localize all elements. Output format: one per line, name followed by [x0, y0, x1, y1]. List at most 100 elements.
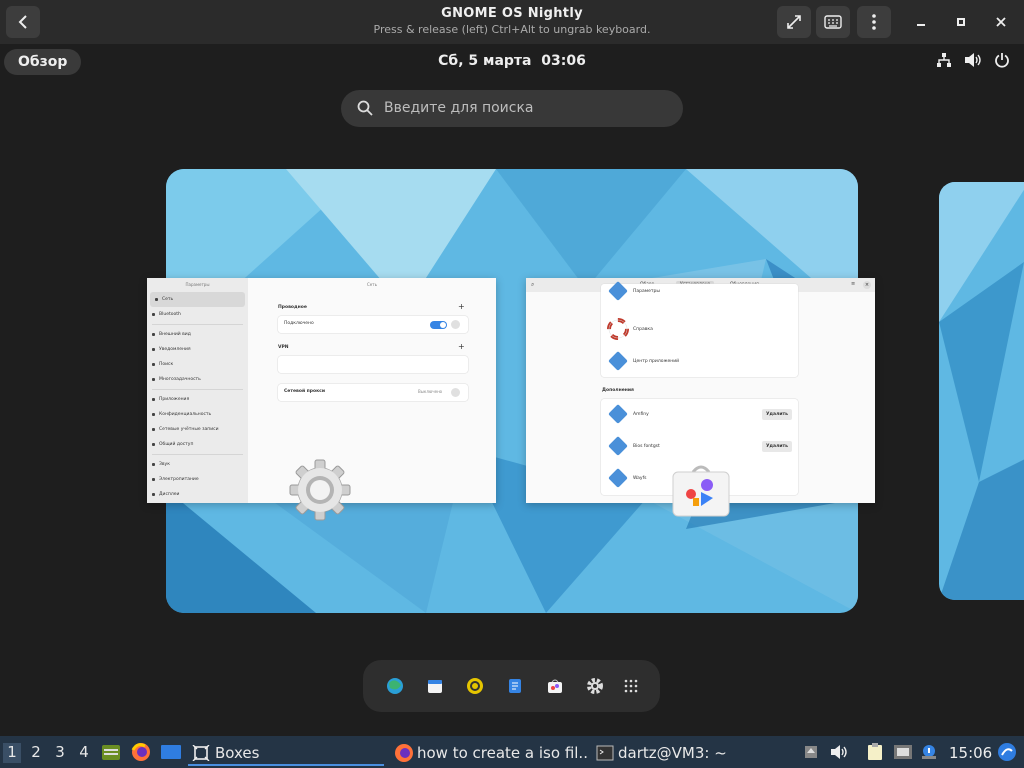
system-menu[interactable]: [936, 52, 1010, 68]
workspace-switch-1[interactable]: 1: [3, 743, 21, 763]
software-search-icon: ⌕: [531, 281, 535, 288]
tray-network[interactable]: [892, 741, 914, 763]
settings-item-privacy: Конфиденциальность: [147, 407, 248, 422]
disk-usage-icon: [467, 678, 483, 694]
tray-clipboard[interactable]: [864, 741, 886, 763]
text-editor-icon: [509, 679, 521, 693]
list-item: Amfiny Удалить: [601, 399, 798, 431]
network-icon: [894, 745, 912, 759]
wired-connection-row: Подключено: [278, 316, 468, 333]
show-apps-button[interactable]: [622, 677, 640, 695]
settings-item-apps: Приложения: [147, 392, 248, 407]
software-menu-icon: ≡: [851, 281, 856, 287]
minimize-button[interactable]: [904, 6, 938, 38]
wired-section-title: Проводное: [278, 305, 307, 310]
maximize-button[interactable]: [944, 6, 978, 38]
task-terminal[interactable]: dartz@VM3: ~: [594, 740, 790, 766]
add-wired-icon: +: [458, 302, 465, 311]
boxes-header-bar: GNOME OS Nightly Press & release (left) …: [0, 0, 1024, 44]
task-terminal-label: dartz@VM3: ~: [618, 744, 727, 762]
workspace-thumbnail-2[interactable]: [939, 182, 1024, 600]
workspace-switch-2[interactable]: 2: [27, 743, 45, 763]
back-button[interactable]: [6, 6, 40, 38]
firefox-icon: [395, 744, 413, 762]
tray-system-menu[interactable]: [996, 741, 1018, 763]
vertical-dots-icon: [872, 14, 876, 30]
launcher-firefox[interactable]: [130, 741, 152, 763]
dash-web-browser[interactable]: [386, 677, 404, 695]
tray-notifications[interactable]: [918, 741, 940, 763]
settings-main-pane: Сеть Проводное + Подключено VPN + Сетево…: [248, 278, 496, 503]
settings-main-title: Сеть: [367, 282, 377, 287]
task-boxes[interactable]: Boxes: [188, 740, 384, 766]
app-grid-icon: [624, 679, 638, 693]
vpn-empty-row: [278, 356, 468, 373]
boxes-app-icon: [192, 745, 210, 761]
settings-app-icon: [288, 458, 352, 526]
settings-item-appearance: Внешний вид: [147, 327, 248, 342]
list-item: Справка: [601, 314, 798, 346]
launcher-file-manager[interactable]: [100, 741, 122, 763]
settings-item-power: Электропитание: [147, 472, 248, 487]
search-icon: [357, 100, 373, 116]
vpn-section-title: VPN: [278, 345, 289, 350]
settings-sidebar-title: Параметры: [185, 282, 210, 287]
fullscreen-icon: [787, 15, 801, 29]
volume-icon: [965, 53, 981, 67]
list-item: Параметры: [601, 278, 798, 308]
volume-icon: [831, 745, 847, 759]
close-icon: [996, 17, 1006, 27]
keyboard-button[interactable]: [816, 6, 850, 38]
software-bag-icon: [672, 465, 730, 517]
launcher-show-desktop[interactable]: [160, 741, 182, 763]
maximize-icon: [957, 18, 965, 26]
proxy-row: Сетевой прокси Выключено: [278, 384, 468, 401]
tray-removable-media[interactable]: [800, 741, 822, 763]
wired-settings-gear-icon: [451, 320, 460, 329]
taskbar-clock[interactable]: 15:06: [949, 744, 992, 762]
dash-software[interactable]: [546, 677, 564, 695]
wired-toggle: [430, 321, 447, 329]
window-subtitle: Press & release (left) Ctrl+Alt to ungra…: [373, 23, 651, 36]
wallpaper: [939, 182, 1024, 600]
software-store-icon: [548, 679, 562, 693]
workspace-switch-3[interactable]: 3: [51, 743, 69, 763]
settings-item-online-accounts: Сетевые учётные записи: [147, 422, 248, 437]
keyboard-icon: [824, 15, 842, 29]
dash-calendar[interactable]: [426, 677, 444, 695]
workspace-switch-4[interactable]: 4: [75, 743, 93, 763]
clock-date: Сб, 5 марта: [438, 53, 532, 69]
task-firefox-label: how to create a iso fil...: [417, 744, 588, 762]
installed-apps-list: Параметры Справка Центр приложений: [601, 281, 798, 377]
fullscreen-button[interactable]: [777, 6, 811, 38]
tray-volume[interactable]: [828, 741, 850, 763]
dash-text-editor[interactable]: [506, 677, 524, 695]
dash-disk-usage[interactable]: [466, 677, 484, 695]
minimize-icon: [917, 24, 925, 26]
settings-sidebar: Параметры Сеть Bluetooth Внешний вид Уве…: [147, 278, 248, 503]
dash-settings[interactable]: [586, 677, 604, 695]
settings-item-bluetooth: Bluetooth: [147, 307, 248, 322]
proxy-label: Сетевой прокси: [284, 389, 325, 394]
search-entry[interactable]: Введите для поиска: [341, 90, 683, 127]
software-app-icon: [671, 460, 731, 524]
main-menu-button[interactable]: [857, 6, 891, 38]
gnome-top-panel: Обзор Сб, 5 марта 03:06: [0, 44, 1024, 78]
addons-section-title: Дополнения: [602, 388, 634, 393]
settings-item-displays: Дисплеи: [147, 487, 248, 502]
close-button[interactable]: [984, 6, 1018, 38]
clipboard-icon: [868, 743, 882, 760]
task-firefox[interactable]: how to create a iso fil...: [392, 740, 588, 766]
distro-logo-icon: [998, 743, 1016, 761]
eject-icon: [805, 746, 817, 758]
settings-item-sound: Звук: [147, 457, 248, 472]
web-browser-icon: [387, 678, 403, 694]
proxy-value: Выключено: [418, 389, 443, 394]
settings-item-multitasking: Многозадачность: [147, 372, 248, 387]
window-title: GNOME OS Nightly: [441, 6, 583, 21]
list-item: Bios fontgst Удалить: [601, 431, 798, 463]
clock[interactable]: Сб, 5 марта 03:06: [0, 53, 1024, 69]
terminal-icon: [596, 745, 614, 761]
add-vpn-icon: +: [458, 342, 465, 351]
wired-status: Подключено: [284, 321, 314, 326]
